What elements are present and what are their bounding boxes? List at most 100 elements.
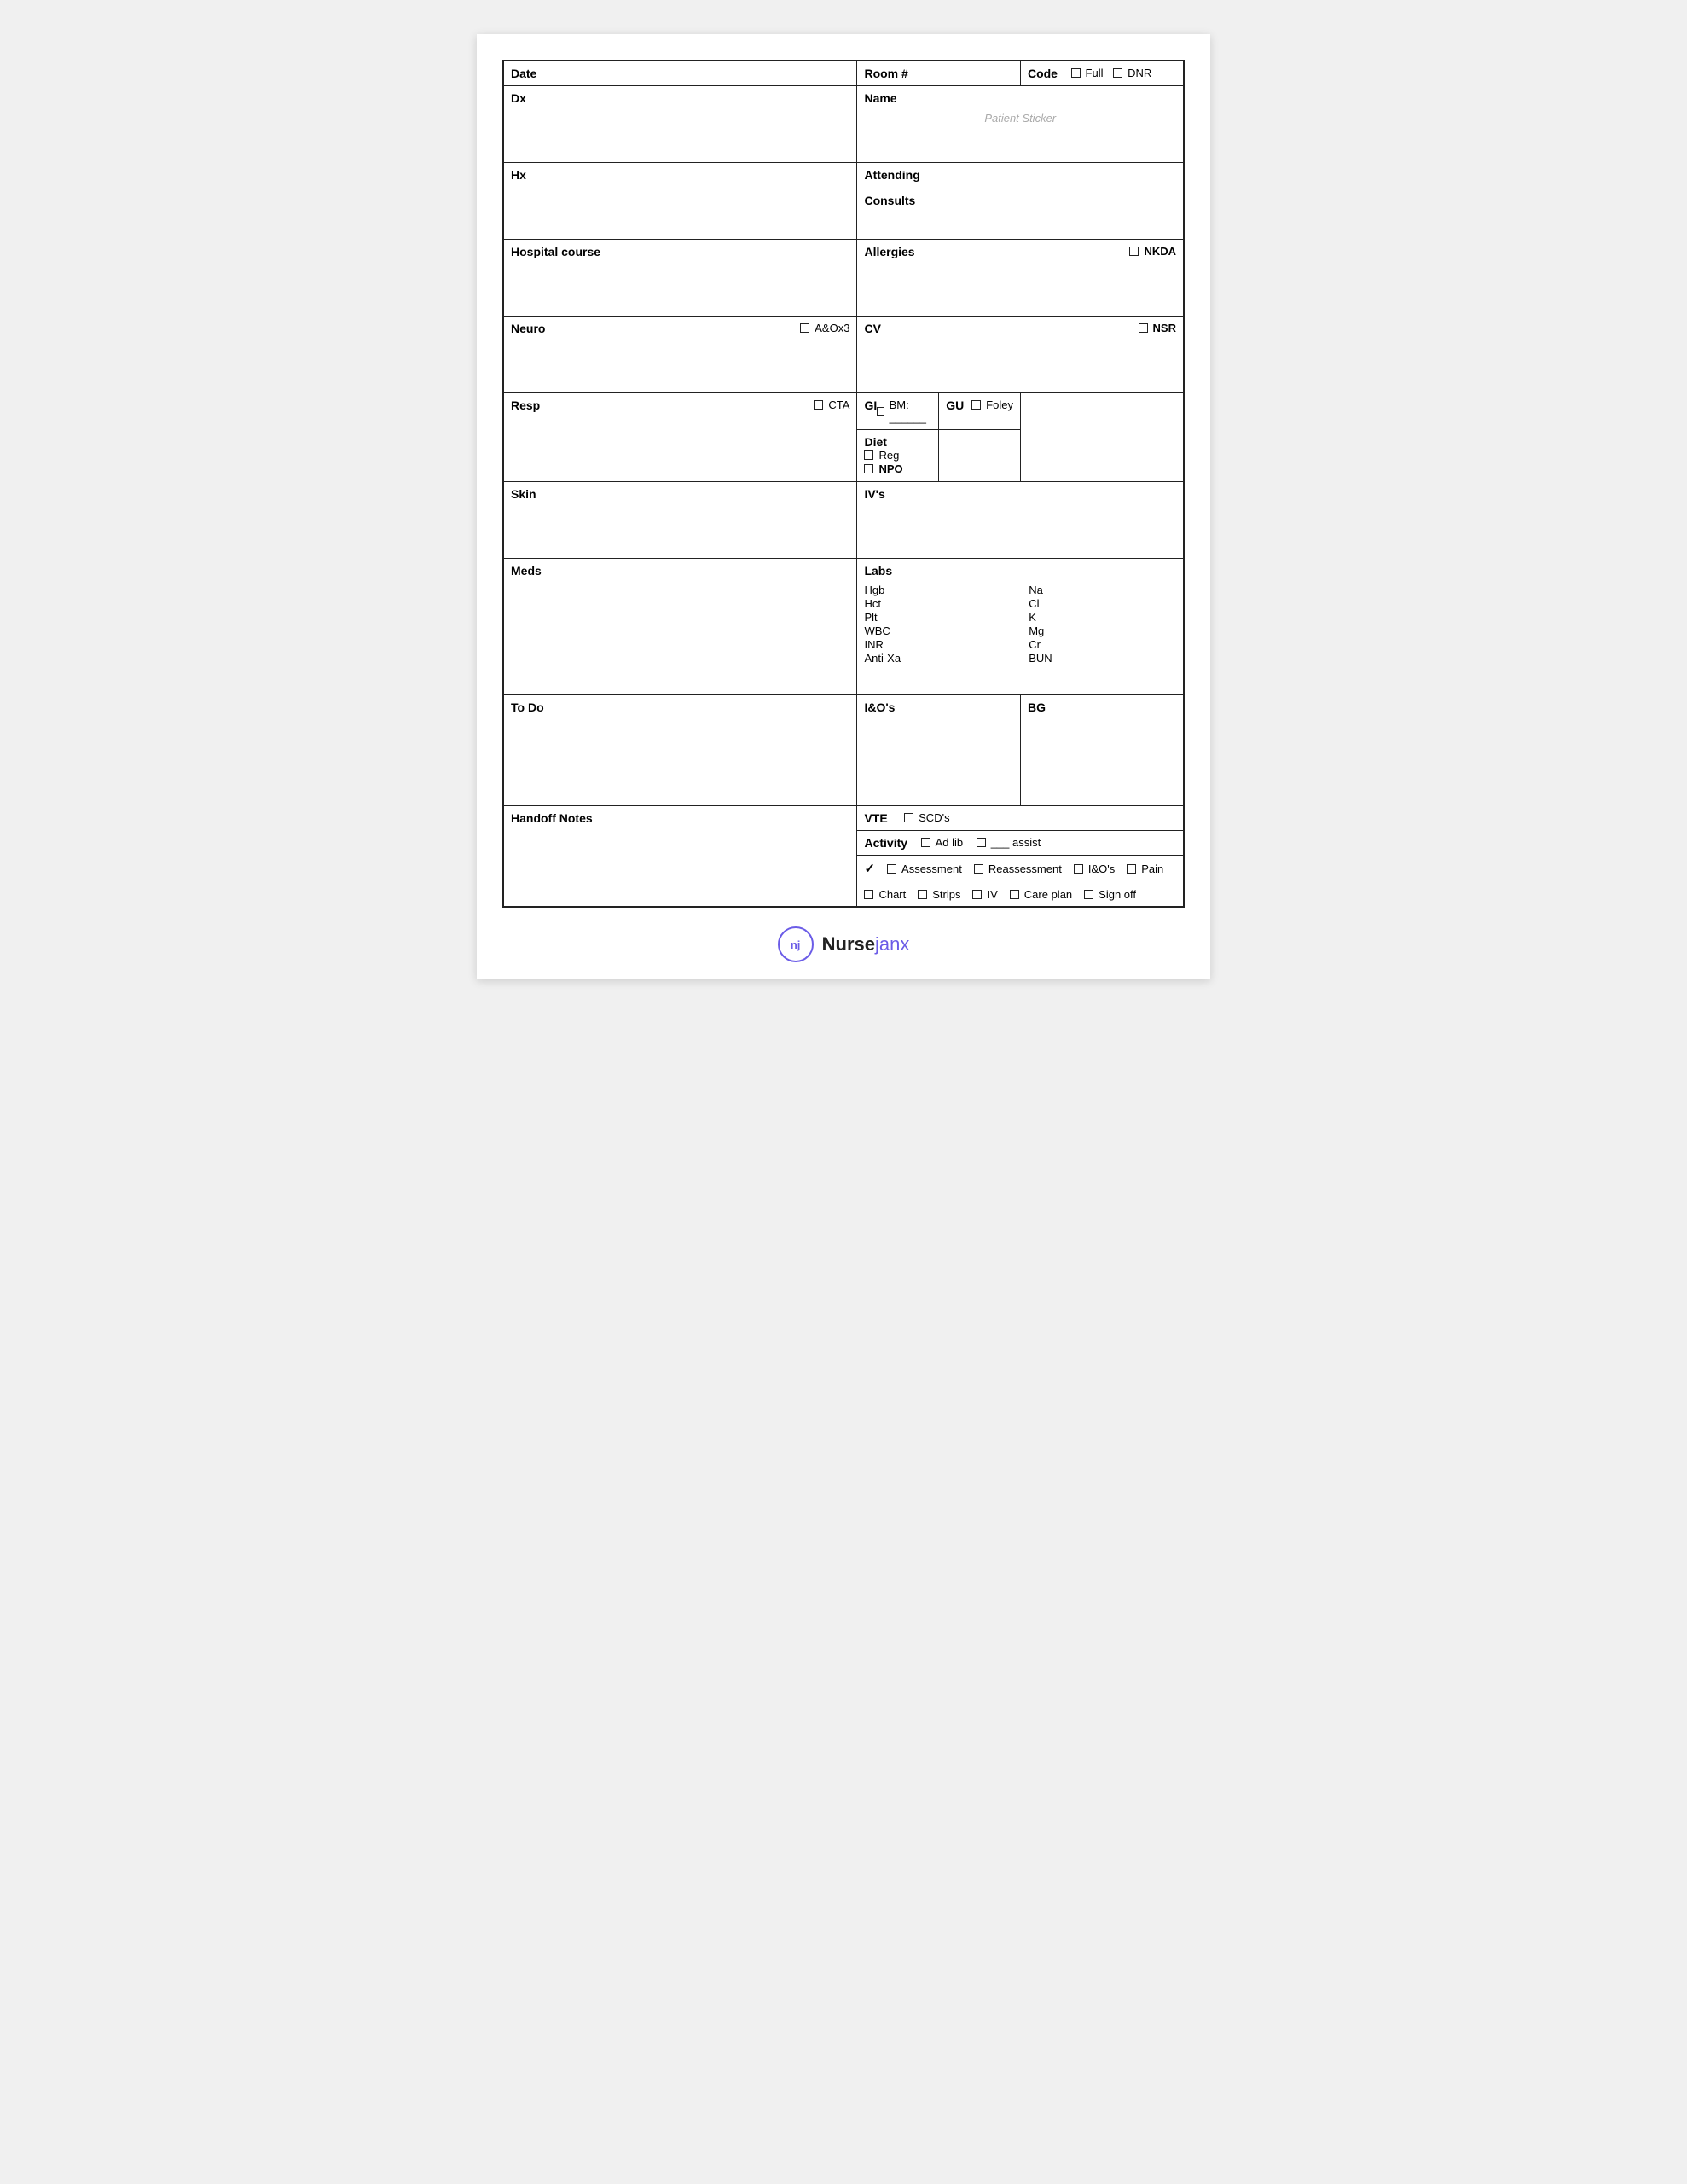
cta-checkbox[interactable]: CTA (814, 398, 849, 411)
meds-cell: Meds (503, 559, 857, 695)
ivs-label: IV's (864, 487, 884, 501)
hx-label: Hx (511, 168, 526, 182)
resp-row: Resp CTA GI BM: ______ (503, 393, 1184, 482)
reassessment-checkbox[interactable]: Reassessment (974, 863, 1062, 875)
neuro-cell: Neuro A&Ox3 (503, 317, 857, 393)
nkda-checkbox[interactable]: NKDA (1129, 245, 1176, 258)
gu-cell: GU Foley (939, 393, 1020, 430)
date-label: Date (511, 67, 536, 80)
nsr-checkbox[interactable]: NSR (1139, 322, 1176, 334)
ios-footer-checkbox[interactable]: I&O's (1074, 863, 1115, 875)
lab-wbc: WBC (864, 624, 1012, 637)
bm-checkbox[interactable]: BM: ______ (877, 398, 931, 424)
allergies-cell: Allergies NKDA (857, 240, 1184, 317)
name-cell: Name Patient Sticker (857, 86, 1184, 163)
aox3-checkbox[interactable]: A&Ox3 (800, 322, 849, 334)
gi-cell: GI BM: ______ (857, 393, 938, 430)
skin-cell: Skin (503, 482, 857, 559)
logo-icon: nj (778, 926, 814, 962)
date-cell: Date (503, 61, 857, 86)
iv-footer-checkbox[interactable]: IV (972, 888, 997, 901)
todo-cell: To Do (503, 695, 857, 806)
care-plan-checkbox[interactable]: Care plan (1010, 888, 1072, 901)
vte-activity-cell: VTE SCD's Activity Ad lib ___ assist (857, 806, 1184, 856)
ios-label: I&O's (864, 700, 895, 714)
room-cell: Room # (857, 61, 1021, 86)
gi-gu-cell: GI BM: ______ GU Foley (857, 393, 1021, 482)
checkmark: ✓ (864, 861, 875, 876)
bg-cell: BG (1020, 695, 1184, 806)
strips-checkbox[interactable]: Strips (918, 888, 960, 901)
adlib-checkbox[interactable]: Ad lib (921, 836, 964, 849)
gu-empty-cell (939, 430, 1020, 482)
gi-label: GI (864, 398, 877, 412)
ios-cell: I&O's (857, 695, 1021, 806)
bg-label: BG (1028, 700, 1046, 714)
hospital-course-label: Hospital course (511, 245, 600, 258)
labs-label: Labs (864, 564, 892, 578)
resp-label: Resp (511, 398, 540, 412)
meds-label: Meds (511, 564, 542, 578)
hx-row: Hx Attending Consults (503, 163, 1184, 240)
room-label: Room # (864, 67, 907, 80)
neuro-label: Neuro (511, 322, 545, 335)
sign-off-checkbox[interactable]: Sign off (1084, 888, 1136, 901)
foley-checkbox[interactable]: Foley (971, 398, 1013, 411)
skin-label: Skin (511, 487, 536, 501)
lab-antix: Anti-Xa (864, 651, 1012, 665)
handoff-cell: Handoff Notes (503, 806, 857, 908)
consults-label: Consults (864, 194, 915, 207)
resp-cell: Resp CTA (503, 393, 857, 482)
lab-plt: Plt (864, 610, 1012, 624)
patient-sticker: Patient Sticker (864, 105, 1176, 131)
logo-text: Nursejanx (822, 933, 910, 956)
lab-hct: Hct (864, 596, 1012, 610)
code-label: Code (1028, 67, 1058, 80)
code-cell: Code Full DNR (1020, 61, 1184, 86)
hospital-course-row: Hospital course Allergies NKDA (503, 240, 1184, 317)
labs-left-col: Hgb Hct Plt WBC INR Anti-Xa (864, 583, 1012, 665)
chart-checkbox[interactable]: Chart (864, 888, 906, 901)
gu-label: GU (946, 398, 964, 412)
dx-cell: Dx (503, 86, 857, 163)
name-label: Name (864, 91, 896, 105)
meds-row: Meds Labs Hgb Hct Plt WBC INR Anti-Xa Na (503, 559, 1184, 695)
lab-bun: BUN (1029, 651, 1176, 665)
pain-checkbox[interactable]: Pain (1127, 863, 1163, 875)
diet-cell: Diet Reg NPO (857, 430, 938, 482)
lab-k: K (1029, 610, 1176, 624)
main-table: Date Room # Code Full DNR Dx (502, 60, 1185, 908)
assessment-checkbox[interactable]: Assessment (887, 863, 962, 875)
cv-label: CV (864, 322, 880, 335)
gi-row: GI BM: ______ GU Foley (857, 393, 1020, 430)
scds-checkbox[interactable]: SCD's (904, 811, 949, 824)
lab-na: Na (1029, 583, 1176, 596)
todo-label: To Do (511, 700, 544, 714)
attending-label: Attending (864, 168, 919, 182)
dnr-checkbox[interactable]: DNR (1113, 67, 1151, 79)
diet-label: Diet (864, 435, 886, 449)
lab-mg: Mg (1029, 624, 1176, 637)
full-checkbox[interactable]: Full (1071, 67, 1104, 79)
dx-label: Dx (511, 91, 526, 105)
neuro-row: Neuro A&Ox3 CV NSR (503, 317, 1184, 393)
lab-cl: Cl (1029, 596, 1176, 610)
ivs-cell: IV's (857, 482, 1184, 559)
logo-area: nj Nursejanx (502, 926, 1185, 962)
labs-grid: Hgb Hct Plt WBC INR Anti-Xa Na Cl K Mg C… (864, 583, 1176, 665)
diet-row: Diet Reg NPO (857, 430, 1020, 482)
lab-hgb: Hgb (864, 583, 1012, 596)
hospital-course-cell: Hospital course (503, 240, 857, 317)
reg-checkbox[interactable]: Reg (864, 449, 899, 462)
page: Date Room # Code Full DNR Dx (477, 34, 1210, 979)
handoff-row: Handoff Notes VTE SCD's Activity Ad lib (503, 806, 1184, 856)
labs-cell: Labs Hgb Hct Plt WBC INR Anti-Xa Na Cl K (857, 559, 1184, 695)
vte-row: VTE SCD's (857, 806, 1183, 831)
date-row: Date Room # Code Full DNR (503, 61, 1184, 86)
labs-right-col: Na Cl K Mg Cr BUN (1029, 583, 1176, 665)
dx-row: Dx Name Patient Sticker (503, 86, 1184, 163)
assist-checkbox[interactable]: ___ assist (977, 836, 1041, 849)
npo-checkbox[interactable]: NPO (864, 462, 902, 475)
activity-label: Activity (864, 836, 907, 850)
attending-consults-cell: Attending Consults (857, 163, 1184, 240)
